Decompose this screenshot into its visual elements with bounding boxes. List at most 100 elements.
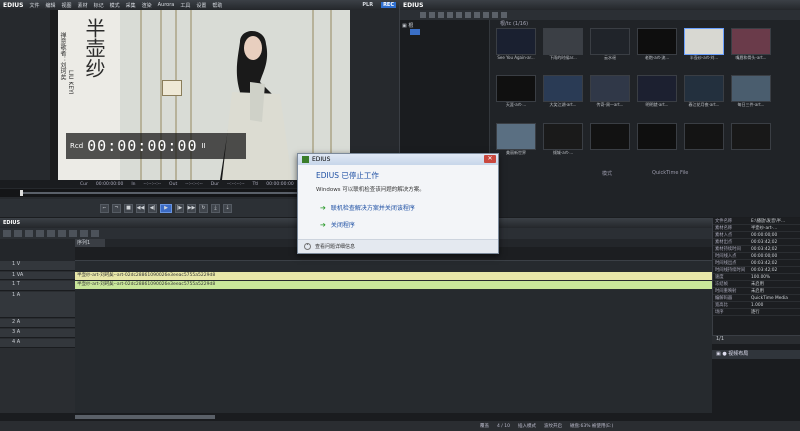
clip-thumbnail[interactable]: 嘴唇和骨头-art... — [729, 28, 773, 72]
properties-icon[interactable] — [501, 12, 507, 18]
menu-marker[interactable]: 标记 — [94, 2, 104, 9]
step-forward-button[interactable]: |▶ — [175, 203, 184, 213]
clip-thumbnail[interactable]: 倾城-art-... — [541, 122, 585, 167]
fast-forward-button[interactable]: ▶▶ — [187, 203, 196, 213]
info-key: 时间线入点 — [715, 254, 737, 259]
play-button[interactable]: ▶ — [160, 203, 172, 213]
track-header[interactable]: 1 A — [0, 292, 75, 318]
save-icon[interactable] — [25, 230, 33, 237]
timeline-scrollbar[interactable] — [0, 413, 712, 421]
clip-thumbnail[interactable]: 美丽新世界 — [494, 122, 538, 167]
status-disk: 磁盘:63% 被使用(E:) — [569, 424, 614, 429]
menu-capture[interactable]: 采集 — [126, 2, 136, 9]
status-page: 4 / 10 — [497, 423, 510, 429]
insert-button[interactable]: ⤓ — [211, 203, 220, 213]
clip-thumbnail[interactable] — [588, 122, 632, 167]
set-in-button[interactable]: ⌐ — [100, 203, 109, 213]
clip-thumbnail-image — [590, 122, 630, 150]
delete-icon[interactable] — [483, 12, 489, 18]
link-icon[interactable] — [80, 230, 88, 237]
clip-thumbnail-image — [684, 28, 724, 55]
cut-clip-icon[interactable] — [58, 230, 66, 237]
redo-icon[interactable] — [47, 230, 55, 237]
plr-toggle[interactable]: PLR — [360, 2, 375, 8]
folder-child[interactable] — [410, 29, 420, 35]
menu-file[interactable]: 文件 — [30, 2, 40, 9]
info-value: 半壶纱-art-... — [751, 226, 778, 231]
menu-settings[interactable]: 设置 — [196, 2, 206, 9]
track-header[interactable]: 2 A — [0, 319, 75, 328]
cur-label: Cur — [80, 181, 88, 187]
info-key: 时间线出点 — [715, 261, 737, 266]
clip-thumbnail[interactable]: 春江花月夜-art... — [682, 75, 726, 119]
close-program-option[interactable]: ➔ 关闭程序 — [320, 220, 355, 230]
clip-thumbnail[interactable]: 明明就-art... — [635, 75, 679, 119]
menu-tools[interactable]: 工具 — [180, 2, 190, 9]
stop-button[interactable]: ■ — [124, 203, 133, 213]
menu-mode[interactable]: 模式 — [110, 2, 120, 9]
paste-icon[interactable] — [474, 12, 480, 18]
menu-help[interactable]: 帮助 — [212, 2, 222, 9]
clip-thumbnail[interactable]: 传奇-周—art... — [588, 75, 632, 119]
track-header[interactable]: 1 T — [0, 281, 75, 291]
arrow-right-icon: ➔ — [320, 203, 326, 212]
folder-icon[interactable] — [420, 12, 426, 18]
clip-thumbnail[interactable]: 云水谣 — [588, 28, 632, 72]
overwrite-button[interactable]: ⇣ — [223, 203, 232, 213]
open-icon[interactable] — [14, 230, 22, 237]
track-header[interactable]: 4 A — [0, 339, 75, 348]
clip-thumbnail[interactable]: 每日三件-art... — [729, 75, 773, 119]
menu-aurora[interactable]: Aurora — [158, 2, 175, 8]
menu-render[interactable]: 渲染 — [142, 2, 152, 9]
app-logo: EDIUS — [3, 1, 24, 9]
track-area[interactable]: 半壶纱-art-刘珂矣--art-02dc28861090026e3eeac57… — [75, 261, 712, 421]
check-online-option[interactable]: ➔ 联机检查解决方案并关闭该程序 — [320, 203, 415, 213]
effect-item[interactable]: ▣ ● 视频布局 — [712, 350, 800, 359]
menu-clip[interactable]: 素材 — [78, 2, 88, 9]
clip-thumbnail[interactable]: 下雨的时候ar... — [541, 28, 585, 72]
copy-icon[interactable] — [465, 12, 471, 18]
status-insert: 插入模式 — [517, 424, 536, 429]
clip-thumbnail[interactable] — [682, 122, 726, 167]
clip-thumbnail[interactable]: 天涯-art-... — [494, 75, 538, 119]
folder-root[interactable]: ▣ 根 — [402, 22, 487, 29]
audio-clip[interactable]: 半壶纱-art-刘珂矣--art-02dc28861090026e3eeac57… — [75, 281, 712, 289]
clip-thumbnail[interactable] — [729, 122, 773, 167]
up-icon[interactable] — [438, 12, 444, 18]
clip-thumbnail[interactable]: 老炮-art-流... — [635, 28, 679, 72]
track-header[interactable]: 3 A — [0, 329, 75, 338]
clip-thumbnail[interactable]: 大笑江湖-art... — [541, 75, 585, 119]
track-id: 4 A — [12, 339, 21, 345]
info-value: 逐行 — [751, 310, 760, 315]
track-header[interactable]: 1 VA — [0, 272, 75, 280]
view-details-link[interactable]: 查看问题详细信息 — [315, 243, 355, 250]
cut-icon[interactable] — [456, 12, 462, 18]
clip-thumbnail-image — [684, 75, 724, 103]
loop-button[interactable]: ↻ — [199, 203, 208, 213]
new-project-icon[interactable] — [3, 230, 11, 237]
zoom-icon[interactable] — [91, 230, 99, 237]
info-row: 素材名称 半壶纱-art-... — [713, 225, 800, 232]
rewind-button[interactable]: ◀◀ — [136, 203, 145, 213]
scrollbar-thumb[interactable] — [75, 415, 215, 419]
clip-thumbnail[interactable]: 半壶纱-art-刘... — [682, 28, 726, 72]
video-clip[interactable]: 半壶纱-art-刘珂矣--art-02dc28861090026e3eeac57… — [75, 272, 712, 280]
step-back-button[interactable]: ◀| — [148, 203, 157, 213]
close-icon[interactable]: ✕ — [484, 155, 496, 163]
menu-edit[interactable]: 编辑 — [46, 2, 56, 9]
snap-icon[interactable] — [69, 230, 77, 237]
clip-thumbnail[interactable]: See You Again-ar... — [494, 28, 538, 72]
scrub-handle[interactable] — [20, 190, 23, 196]
sequence-tab[interactable]: 序列1 — [75, 239, 105, 247]
rec-toggle[interactable]: REC — [381, 2, 396, 8]
track-header[interactable]: 1 V — [0, 261, 75, 271]
add-clip-icon[interactable] — [447, 12, 453, 18]
track-id: 2 A — [12, 319, 21, 325]
clip-thumbnail[interactable] — [635, 122, 679, 167]
search-icon[interactable] — [429, 12, 435, 18]
view-icon[interactable] — [492, 12, 498, 18]
chevron-down-icon[interactable]: ˅ — [304, 243, 311, 250]
menu-view[interactable]: 视图 — [62, 2, 72, 9]
undo-icon[interactable] — [36, 230, 44, 237]
set-out-button[interactable]: ¬ — [112, 203, 121, 213]
